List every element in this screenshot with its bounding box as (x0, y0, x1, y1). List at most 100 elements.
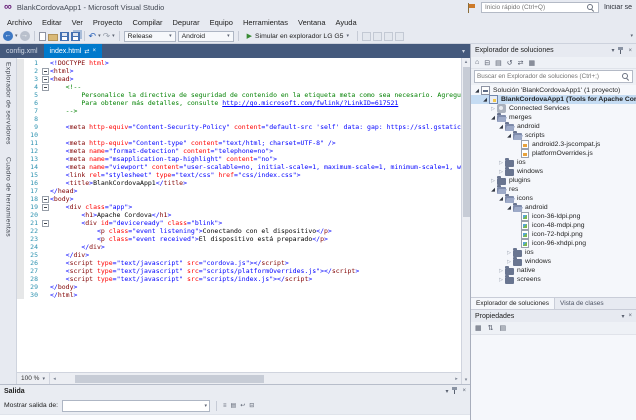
output-source-dropdown[interactable]: ▾ (62, 400, 210, 412)
fold-collapse-icon[interactable] (42, 196, 49, 203)
sync-with-active-document-icon[interactable]: ⇄ (518, 59, 524, 67)
debug-options-icon[interactable] (373, 32, 382, 41)
tree-item-windows[interactable]: ▷windows (471, 167, 636, 176)
collapse-icon[interactable]: ◢ (505, 205, 513, 211)
start-debugging-button[interactable]: ▶ Simular en explorador LG G5 ▾ (243, 32, 353, 40)
horizontal-scrollbar[interactable]: ◂ ▸ (50, 373, 461, 384)
collapse-icon[interactable]: ◢ (481, 97, 489, 103)
zoom-control[interactable]: 100 % ▾ (17, 373, 50, 384)
menu-item-archivo[interactable]: Archivo (2, 18, 37, 27)
collapse-icon[interactable]: ◢ (497, 124, 505, 130)
code-line[interactable]: 7 --> (17, 107, 461, 115)
tree-item-icon-36-ldpi-png[interactable]: icon-36-ldpi.png (471, 212, 636, 221)
code-line[interactable]: 29</body> (17, 283, 461, 291)
show-all-files-icon[interactable]: ▤ (495, 59, 502, 67)
code-line[interactable]: 23 <p class="event received">El disposit… (17, 235, 461, 243)
menu-item-proyecto[interactable]: Proyecto (88, 18, 128, 27)
notifications-flag-icon[interactable] (467, 3, 476, 13)
fold-collapse-icon[interactable] (42, 76, 49, 83)
window-position-chevron-icon[interactable]: ▾ (621, 313, 624, 320)
code-line[interactable]: 24 </div> (17, 243, 461, 251)
tree-item-android2-3-jscompat-js[interactable]: android2.3-jscompat.js (471, 140, 636, 149)
open-file-icon[interactable] (48, 34, 58, 41)
scroll-left-icon[interactable]: ◂ (50, 376, 59, 382)
chevron-down-icon[interactable]: ▾ (15, 33, 18, 39)
fold-collapse-icon[interactable] (42, 220, 49, 227)
window-position-chevron-icon[interactable]: ▾ (445, 388, 448, 395)
close-tab-icon[interactable]: × (92, 48, 96, 54)
solution-search-input[interactable] (477, 73, 622, 80)
collapse-icon[interactable]: ◢ (473, 88, 481, 94)
tree-item-res[interactable]: ◢res (471, 185, 636, 194)
fold-collapse-icon[interactable] (42, 68, 49, 75)
tree-item-icons[interactable]: ◢icons (471, 194, 636, 203)
code-editor[interactable]: 1<!DOCTYPE html>2<html>3<head>4 <!--5 Pe… (17, 58, 461, 384)
tree-item-soluci-n-blankcordovaapp1-1-proyecto[interactable]: ◢Solución 'BlankCordovaApp1' (1 proyecto… (471, 86, 636, 95)
window-list-chevron-icon[interactable]: ▾ (457, 44, 470, 58)
tree-item-icon-48-mdpi-png[interactable]: icon-48-mdpi.png (471, 221, 636, 230)
property-pages-icon[interactable]: ▤ (500, 324, 507, 332)
side-tab-explorador-de-servidores[interactable]: Explorador de servidores (5, 62, 12, 145)
refresh-icon[interactable]: ↺ (507, 59, 513, 67)
find-in-files-icon[interactable] (384, 32, 393, 41)
editor-tab-config-xml[interactable]: config.xml (0, 44, 44, 58)
code-line[interactable]: 22 <p class="event listening">Conectando… (17, 227, 461, 235)
tree-item-platformoverrides-js[interactable]: platformOverrides.js (471, 149, 636, 158)
menu-item-herramientas[interactable]: Herramientas (238, 18, 293, 27)
promote-tab-icon[interactable]: ⇄ (84, 48, 89, 55)
solution-configuration-dropdown[interactable]: Release ▾ (124, 31, 176, 42)
menu-item-editar[interactable]: Editar (37, 18, 67, 27)
scroll-down-icon[interactable]: ▾ (465, 376, 468, 384)
solution-search-box[interactable] (474, 70, 633, 83)
expand-icon[interactable]: ▷ (497, 169, 505, 175)
menu-item-equipo[interactable]: Equipo (205, 18, 238, 27)
menu-item-ventana[interactable]: Ventana (293, 18, 331, 27)
tree-item-icon-72-hdpi-png[interactable]: icon-72-hdpi.png (471, 230, 636, 239)
expand-icon[interactable]: ▷ (505, 250, 513, 256)
expand-icon[interactable]: ▷ (497, 277, 505, 283)
code-line[interactable]: 3<head> (17, 75, 461, 83)
editor-tab-index-html[interactable]: index.html⇄× (44, 44, 102, 58)
expand-icon[interactable]: ▷ (497, 268, 505, 274)
save-icon[interactable] (60, 32, 69, 41)
vertical-scrollbar[interactable]: ▴ ▾ (461, 58, 470, 384)
quick-launch-input[interactable] (485, 4, 587, 11)
code-line[interactable]: 1<!DOCTYPE html> (17, 59, 461, 67)
code-line[interactable]: 18<body> (17, 195, 461, 203)
code-line[interactable]: 12 <meta name="format-detection" content… (17, 147, 461, 155)
home-icon[interactable]: ⌂ (475, 59, 479, 66)
side-tab-cuadro-de-herramientas[interactable]: Cuadro de herramientas (5, 157, 12, 237)
code-line[interactable]: 15 <link rel="stylesheet" type="text/css… (17, 171, 461, 179)
collapse-icon[interactable]: ◢ (489, 187, 497, 193)
collapse-all-icon[interactable]: ⊟ (484, 59, 490, 67)
code-line[interactable]: 9 <meta http-equiv="Content-Security-Pol… (17, 123, 461, 131)
collapse-icon[interactable]: ◢ (489, 115, 497, 121)
code-line[interactable]: 6 Para obtener más detalles, consulte ht… (17, 99, 461, 107)
close-icon[interactable]: × (462, 388, 466, 394)
expand-icon[interactable]: ▷ (489, 178, 497, 184)
chevron-down-icon[interactable]: ▾ (112, 33, 115, 39)
fold-collapse-icon[interactable] (42, 204, 49, 211)
word-wrap-icon[interactable]: ↩ (240, 402, 245, 409)
fold-collapse-icon[interactable] (42, 84, 49, 91)
code-line[interactable]: 8 (17, 115, 461, 123)
tree-item-screens[interactable]: ▷screens (471, 275, 636, 284)
pin-icon[interactable] (452, 387, 458, 395)
comment-icon[interactable] (395, 32, 404, 41)
code-area[interactable]: 1<!DOCTYPE html>2<html>3<head>4 <!--5 Pe… (17, 58, 461, 372)
scroll-right-icon[interactable]: ▸ (452, 376, 461, 382)
navigate-back-icon[interactable]: ← (3, 31, 13, 41)
quick-launch-box[interactable] (481, 2, 599, 13)
code-line[interactable]: 27 <script type="text/javascript" src="s… (17, 267, 461, 275)
build-icon[interactable] (362, 32, 371, 41)
chevron-down-icon[interactable]: ▾ (98, 33, 101, 39)
collapse-icon[interactable]: ◢ (505, 133, 513, 139)
expand-icon[interactable]: ▷ (497, 160, 505, 166)
tree-item-blankcordovaapp1-tools-for-apache-cordov[interactable]: ◢BlankCordovaApp1 (Tools for Apache Cord… (471, 95, 636, 104)
menu-item-ayuda[interactable]: Ayuda (331, 18, 362, 27)
code-line[interactable]: 10 (17, 131, 461, 139)
clear-all-icon[interactable]: ⊟ (249, 402, 254, 409)
code-line[interactable]: 25 </div> (17, 251, 461, 259)
toolbar-overflow-icon[interactable]: ▾ (630, 33, 633, 39)
save-all-icon[interactable] (71, 32, 80, 41)
